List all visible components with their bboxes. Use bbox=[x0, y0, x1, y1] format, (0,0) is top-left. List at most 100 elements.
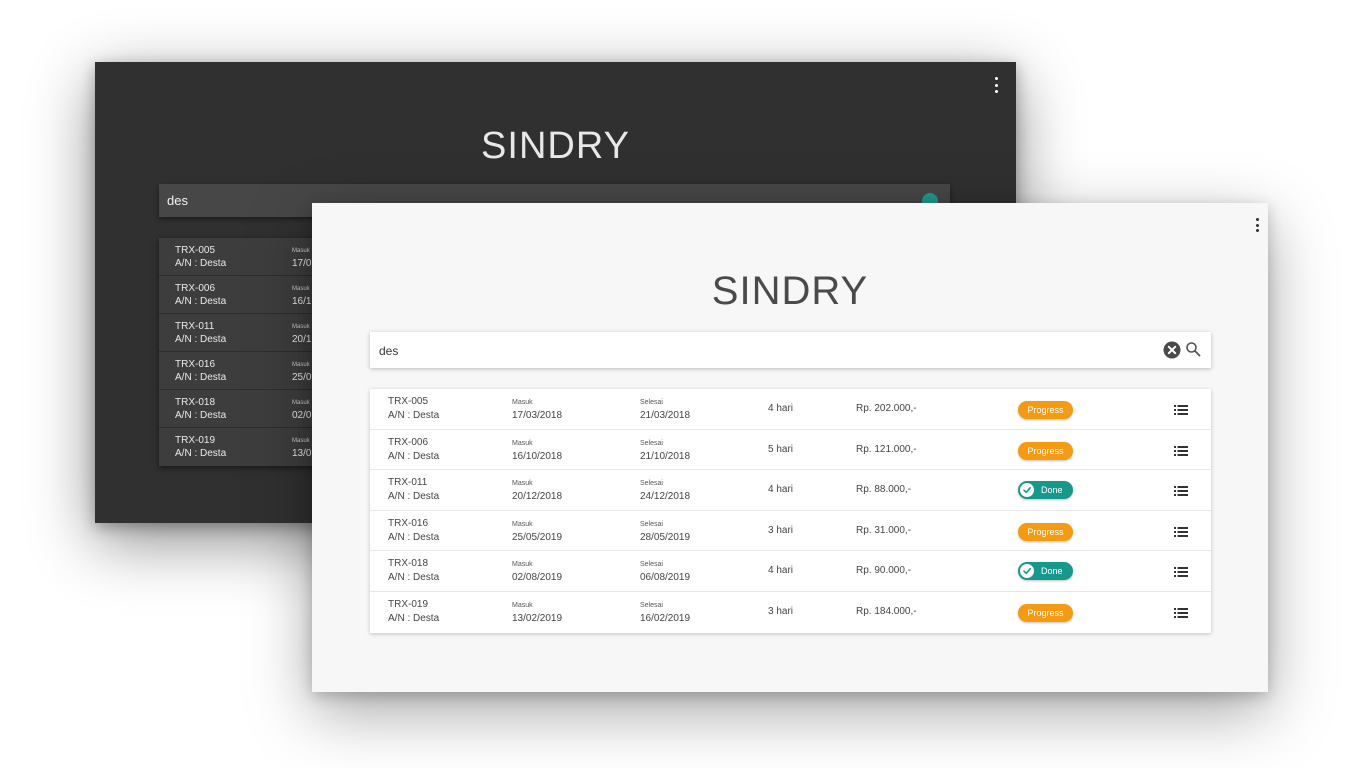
masuk-label: Masuk bbox=[512, 480, 533, 488]
masuk-date: 16/1 bbox=[292, 296, 312, 307]
transaction-code: TRX-005 bbox=[388, 396, 429, 407]
status-cell: Progress bbox=[1018, 603, 1073, 622]
transaction-row[interactable]: TRX-016 A/N : Desta Masuk 25/05/2019 Selesai… bbox=[370, 511, 1211, 552]
transaction-row[interactable]: TRX-006 A/N : Desta Masuk 16/10/2018 Selesai… bbox=[370, 430, 1211, 471]
masuk-date: 16/10/2018 bbox=[512, 450, 563, 462]
selesai-date: 21/03/2018 bbox=[640, 410, 691, 421]
duration: 4 hari bbox=[768, 565, 794, 577]
status-cell: Done bbox=[1018, 562, 1073, 581]
selesai-date: 06/08/2019 bbox=[640, 572, 691, 584]
status-label: Progress bbox=[1027, 607, 1064, 618]
app-title: SINDRY bbox=[711, 269, 869, 313]
status-cell: Progress bbox=[1018, 441, 1073, 460]
masuk-label: Masuk bbox=[512, 561, 533, 569]
customer-name: A/N : Desta bbox=[175, 448, 227, 459]
transaction-code: TRX-016 bbox=[388, 517, 429, 529]
search-bar bbox=[370, 332, 1211, 370]
status-badge[interactable]: Progress bbox=[1018, 401, 1073, 419]
masuk-label: Masuk bbox=[512, 399, 533, 406]
search-input[interactable] bbox=[370, 332, 1151, 370]
list-detail-icon[interactable] bbox=[1174, 565, 1188, 578]
duration: 3 hari bbox=[768, 524, 794, 536]
app-title: SINDRY bbox=[481, 125, 630, 167]
price: Rp. 88.000,- bbox=[856, 484, 912, 496]
light-theme-window: SINDRY TRX-005 A/N : Desta Masuk 17/03/2018… bbox=[312, 203, 1268, 692]
status-badge[interactable]: Progress bbox=[1018, 441, 1073, 460]
status-badge[interactable]: Progress bbox=[1018, 603, 1073, 622]
status-label: Progress bbox=[1027, 445, 1064, 456]
transaction-row[interactable]: TRX-011 A/N : Desta Masuk 20/12/2018 Selesai… bbox=[370, 470, 1211, 511]
price: Rp. 90.000,- bbox=[856, 565, 912, 577]
masuk-label: Masuk bbox=[292, 324, 310, 330]
customer-name: A/N : Desta bbox=[175, 410, 227, 421]
customer-name: A/N : Desta bbox=[388, 450, 440, 462]
masuk-label: Masuk bbox=[292, 400, 310, 406]
selesai-date: 24/12/2018 bbox=[640, 491, 691, 503]
selesai-label: Selesai bbox=[640, 561, 663, 569]
masuk-date: 25/05/2019 bbox=[512, 531, 563, 543]
duration: 5 hari bbox=[768, 443, 794, 455]
masuk-date: 17/0 bbox=[292, 258, 312, 269]
customer-name: A/N : Desta bbox=[388, 491, 440, 503]
selesai-date: 21/10/2018 bbox=[640, 450, 691, 462]
masuk-date: 25/0 bbox=[292, 372, 312, 383]
check-circle-icon bbox=[1020, 483, 1034, 498]
transaction-code: TRX-019 bbox=[175, 435, 216, 446]
masuk-date: 13/0 bbox=[292, 448, 312, 459]
list-detail-icon[interactable] bbox=[1174, 484, 1188, 497]
list-detail-icon[interactable] bbox=[1174, 403, 1188, 415]
search-value: des bbox=[167, 193, 188, 208]
transaction-row[interactable]: TRX-005 A/N : Desta Masuk 17/03/2018 Selesai… bbox=[370, 389, 1211, 430]
transaction-list: TRX-005 A/N : Desta Masuk 17/03/2018 Selesai… bbox=[370, 389, 1211, 633]
masuk-date: 02/0 bbox=[292, 410, 312, 421]
masuk-label: Masuk bbox=[292, 286, 310, 292]
transaction-code: TRX-005 bbox=[175, 245, 216, 256]
status-label: Done bbox=[1041, 485, 1063, 496]
masuk-date: 20/12/2018 bbox=[512, 491, 563, 503]
transaction-code: TRX-018 bbox=[388, 558, 429, 570]
transaction-code: TRX-018 bbox=[175, 397, 216, 408]
list-detail-icon[interactable] bbox=[1174, 525, 1188, 537]
transaction-code: TRX-016 bbox=[175, 359, 216, 370]
status-label: Progress bbox=[1027, 526, 1064, 537]
masuk-label: Masuk bbox=[292, 362, 310, 368]
more-vert-icon[interactable] bbox=[1253, 218, 1261, 232]
transaction-row[interactable]: TRX-018 A/N : Desta Masuk 02/08/2019 Selesai… bbox=[370, 551, 1211, 592]
customer-name: A/N : Desta bbox=[175, 258, 227, 269]
list-detail-icon[interactable] bbox=[1174, 606, 1188, 618]
masuk-label: Masuk bbox=[512, 439, 533, 447]
price: Rp. 121.000,- bbox=[856, 443, 917, 455]
masuk-date: 13/02/2019 bbox=[512, 612, 563, 624]
transaction-code: TRX-011 bbox=[175, 321, 215, 332]
customer-name: A/N : Desta bbox=[388, 612, 440, 624]
screenshot-stage: SINDRY des TRX-005 A/N : Desta Masuk 17/0 TR… bbox=[0, 0, 1366, 768]
status-badge[interactable]: Progress bbox=[1018, 522, 1073, 541]
search-icon[interactable] bbox=[1185, 341, 1201, 357]
duration: 3 hari bbox=[768, 605, 794, 617]
transaction-code: TRX-011 bbox=[388, 477, 428, 489]
status-badge[interactable]: Done bbox=[1018, 481, 1073, 500]
status-cell: Progress bbox=[1018, 522, 1073, 541]
duration: 4 hari bbox=[768, 403, 794, 414]
customer-name: A/N : Desta bbox=[388, 531, 440, 543]
list-detail-icon[interactable] bbox=[1174, 444, 1188, 456]
price: Rp. 184.000,- bbox=[856, 605, 917, 617]
duration: 4 hari bbox=[768, 484, 794, 496]
selesai-label: Selesai bbox=[640, 520, 663, 528]
masuk-date: 20/1 bbox=[292, 334, 312, 345]
selesai-label: Selesai bbox=[640, 399, 663, 406]
clear-circle-icon[interactable] bbox=[1163, 341, 1181, 359]
transaction-code: TRX-006 bbox=[388, 436, 429, 448]
transaction-row[interactable]: TRX-019 A/N : Desta Masuk 13/02/2019 Selesai… bbox=[370, 592, 1211, 633]
more-vert-icon[interactable] bbox=[992, 77, 1000, 93]
status-badge[interactable]: Done bbox=[1018, 562, 1073, 581]
status-label: Done bbox=[1041, 566, 1063, 577]
price: Rp. 202.000,- bbox=[856, 403, 917, 414]
status-cell: Done bbox=[1018, 481, 1073, 500]
selesai-label: Selesai bbox=[640, 480, 663, 488]
customer-name: A/N : Desta bbox=[175, 334, 227, 345]
selesai-label: Selesai bbox=[640, 601, 663, 609]
status-cell: Progress bbox=[1018, 400, 1073, 419]
masuk-date: 02/08/2019 bbox=[512, 572, 563, 584]
status-label: Progress bbox=[1027, 405, 1064, 415]
